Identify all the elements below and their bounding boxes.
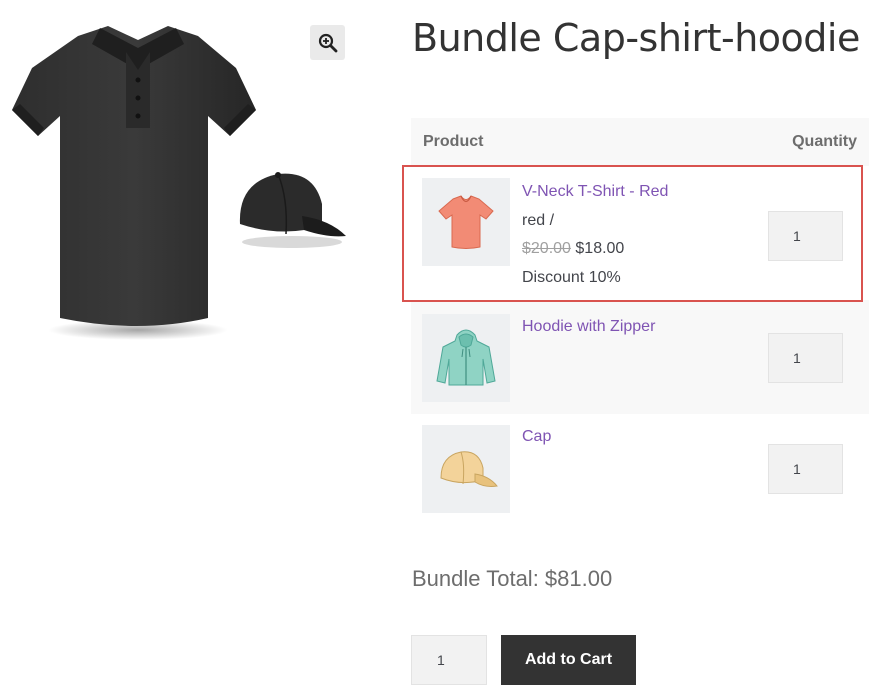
tshirt-image xyxy=(438,195,494,249)
table-row: Hoodie with Zipper xyxy=(411,310,869,420)
quantity-input-hoodie[interactable] xyxy=(768,333,843,383)
product-thumbnail-cap[interactable] xyxy=(422,425,510,513)
product-link-cap[interactable]: Cap xyxy=(522,428,551,446)
add-to-cart-button[interactable]: Add to Cart xyxy=(501,635,636,685)
product-main-image[interactable] xyxy=(8,18,268,348)
price-original: $20.00 xyxy=(522,240,571,257)
table-row: V-Neck T-Shirt - Red red / $20.00 $18.00… xyxy=(411,166,869,300)
zoom-button[interactable] xyxy=(310,25,345,60)
bundle-total: Bundle Total: $81.00 xyxy=(412,566,613,591)
discount-text: Discount 10% xyxy=(522,269,621,286)
bundle-table: Product Quantity V-Neck T-Shirt - Red re… xyxy=(411,118,869,524)
product-gallery xyxy=(0,0,360,360)
product-thumbnail-hoodie[interactable] xyxy=(422,314,510,402)
price: $20.00 $18.00 xyxy=(522,240,624,258)
cap-image xyxy=(239,172,346,248)
cart-quantity-input[interactable] xyxy=(411,635,487,685)
table-row: Cap xyxy=(411,414,869,524)
column-header-product: Product xyxy=(423,133,484,150)
product-thumbnail-tshirt[interactable] xyxy=(422,178,510,266)
quantity-input-cap[interactable] xyxy=(768,444,843,494)
quantity-input-tshirt[interactable] xyxy=(768,211,843,261)
product-link-hoodie[interactable]: Hoodie with Zipper xyxy=(522,318,655,336)
product-link-tshirt[interactable]: V-Neck T-Shirt - Red xyxy=(522,183,668,201)
page-title: Bundle Cap-shirt-hoodie xyxy=(412,16,860,60)
hoodie-image xyxy=(436,329,496,386)
variation-text: red / xyxy=(522,212,555,229)
cap-thumbnail-image xyxy=(440,451,498,487)
column-header-quantity: Quantity xyxy=(792,133,857,150)
magnifier-plus-icon xyxy=(318,33,337,52)
price-discounted: $18.00 xyxy=(575,240,625,257)
